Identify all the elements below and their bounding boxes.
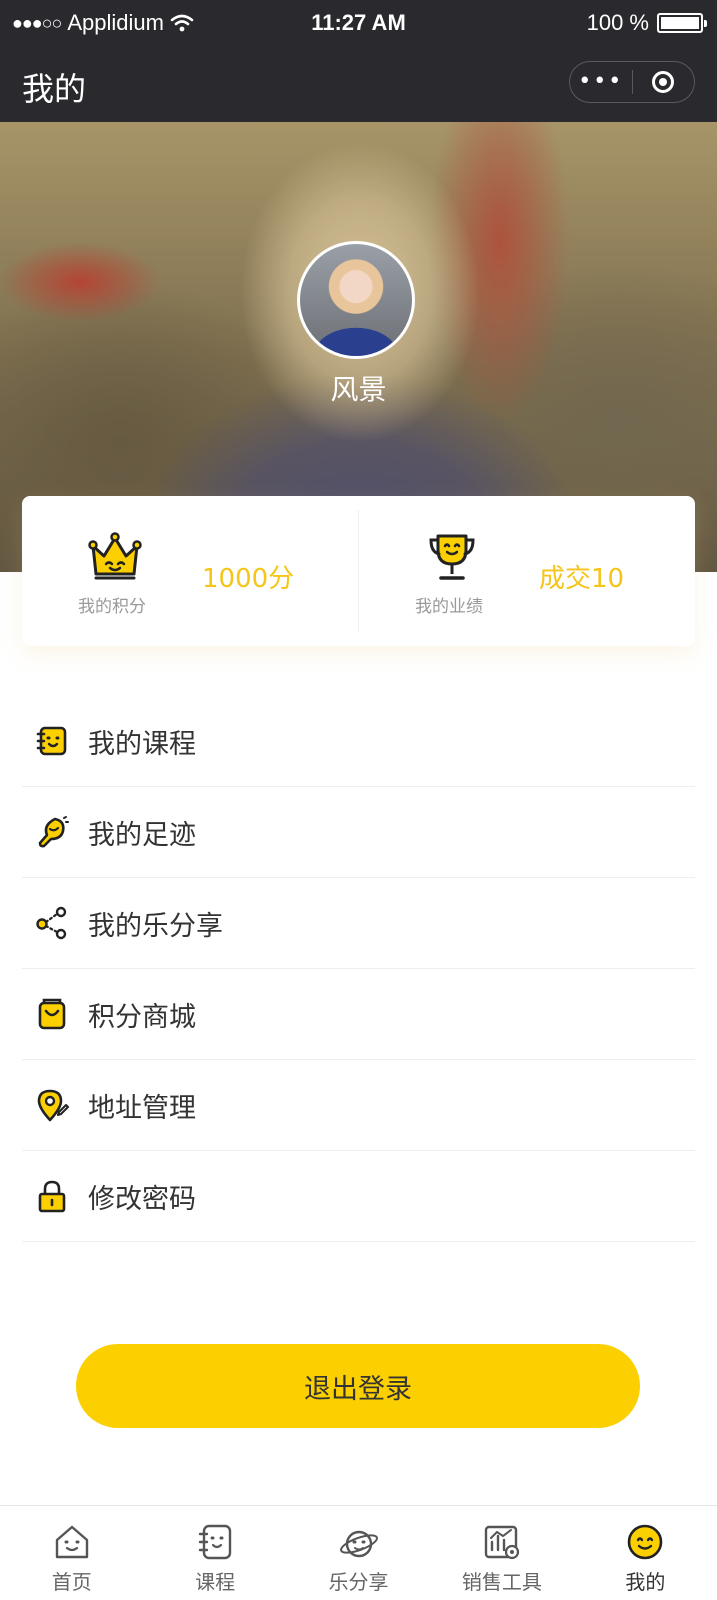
tab-label: 销售工具 (461, 1570, 542, 1594)
menu-item-change-password[interactable]: 修改密码 (22, 1151, 695, 1242)
sales-tools-icon (484, 1525, 520, 1560)
tab-sales-tools[interactable]: 销售工具 (430, 1506, 573, 1600)
tab-label: 课程 (195, 1570, 236, 1594)
tab-label: 乐分享 (328, 1570, 389, 1594)
menu-list: 我的课程 我的足迹 我的乐分享 积分商城 地址管理 修改密码 (22, 696, 695, 1242)
menu-item-points-mall[interactable]: 积分商城 (22, 969, 695, 1060)
tab-courses[interactable]: 课程 (143, 1506, 286, 1600)
menu-item-my-share[interactable]: 我的乐分享 (22, 878, 695, 969)
footprint-icon (34, 814, 70, 850)
menu-item-label: 修改密码 (88, 1183, 196, 1215)
course-icon (198, 1524, 232, 1560)
trophy-icon (429, 534, 475, 580)
home-icon (55, 1525, 88, 1559)
target-circle-icon (652, 71, 675, 93)
menu-item-my-courses[interactable]: 我的课程 (22, 696, 695, 787)
menu-item-address[interactable]: 地址管理 (22, 1060, 695, 1151)
username: 风景 (330, 373, 387, 406)
tab-home[interactable]: 首页 (0, 1506, 143, 1600)
battery-percent: 100 % (586, 10, 649, 35)
location-pin-icon (34, 1087, 70, 1123)
battery-icon (657, 13, 707, 33)
more-dots-icon: ••• (578, 69, 624, 94)
tab-mine[interactable]: 我的 (574, 1506, 717, 1600)
page-title: 我的 (22, 70, 87, 108)
menu-item-label: 我的足迹 (88, 819, 196, 851)
stats-card: 我的积分 1000分 我的业绩 成交10 (22, 496, 695, 646)
stat-points-label: 我的积分 (78, 597, 146, 617)
lock-icon (34, 1178, 70, 1214)
menu-item-label: 积分商城 (88, 1001, 196, 1033)
menu-item-label: 我的乐分享 (88, 910, 223, 942)
menu-item-label: 我的课程 (88, 728, 196, 760)
more-options-button[interactable]: ••• (570, 62, 632, 102)
menu-item-footprints[interactable]: 我的足迹 (22, 787, 695, 878)
mini-program-capsule: ••• (569, 61, 695, 103)
menu-item-label: 地址管理 (88, 1092, 196, 1124)
stat-performance[interactable]: 我的业绩 成交10 (359, 496, 695, 646)
course-notebook-icon (34, 723, 70, 759)
smiley-face-icon (628, 1524, 663, 1560)
stat-points-value: 1000分 (202, 564, 295, 594)
status-bar: ●●●○○ Applidium 11:27 AM 100 % (0, 0, 717, 46)
tab-label: 首页 (51, 1570, 92, 1594)
close-mini-program-button[interactable] (633, 62, 695, 102)
shopping-bag-icon (34, 996, 70, 1032)
tab-bar: 首页 课程 乐分享 销售工具 我的 (0, 1505, 717, 1600)
tab-label: 我的 (625, 1570, 666, 1594)
avatar[interactable] (297, 241, 415, 359)
crown-icon (88, 532, 142, 580)
stat-performance-label: 我的业绩 (415, 597, 483, 617)
logout-button[interactable]: 退出登录 (76, 1344, 640, 1428)
stat-points[interactable]: 我的积分 1000分 (22, 496, 358, 646)
stat-performance-value: 成交10 (539, 564, 625, 594)
share-icon (34, 905, 70, 941)
navigation-bar: 我的 ••• (0, 46, 717, 122)
planet-share-icon (339, 1530, 378, 1558)
status-right: 100 % (586, 10, 707, 36)
tab-share[interactable]: 乐分享 (287, 1506, 430, 1600)
